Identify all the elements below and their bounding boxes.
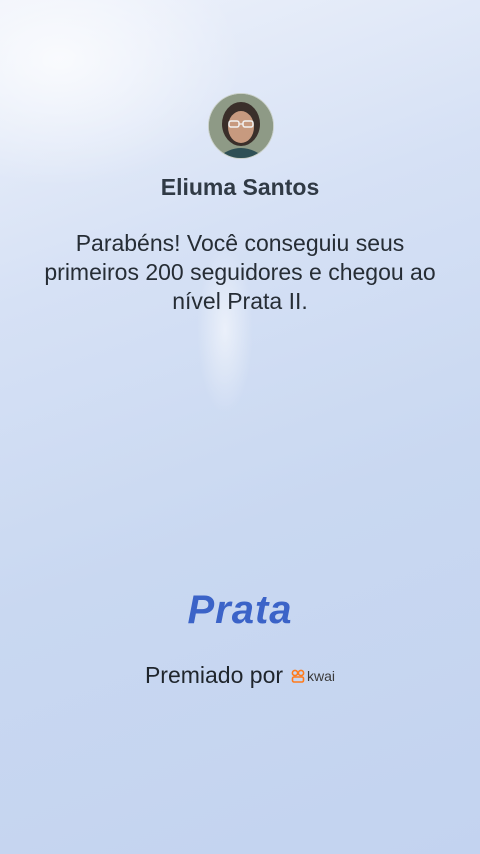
awarded-label: Premiado por (144, 662, 284, 688)
awarded-by: Premiado por kwai (0, 662, 480, 689)
level-title: Prata (187, 588, 293, 632)
user-name: Eliuma Santos (160, 174, 320, 200)
avatar (208, 93, 274, 159)
kwai-brand: kwai (291, 668, 335, 684)
kwai-logo-icon (291, 669, 305, 683)
avatar-photo (209, 94, 273, 158)
brand-name: kwai (307, 667, 336, 684)
congrats-message: Parabéns! Você conseguiu seus primeiros … (44, 230, 436, 314)
